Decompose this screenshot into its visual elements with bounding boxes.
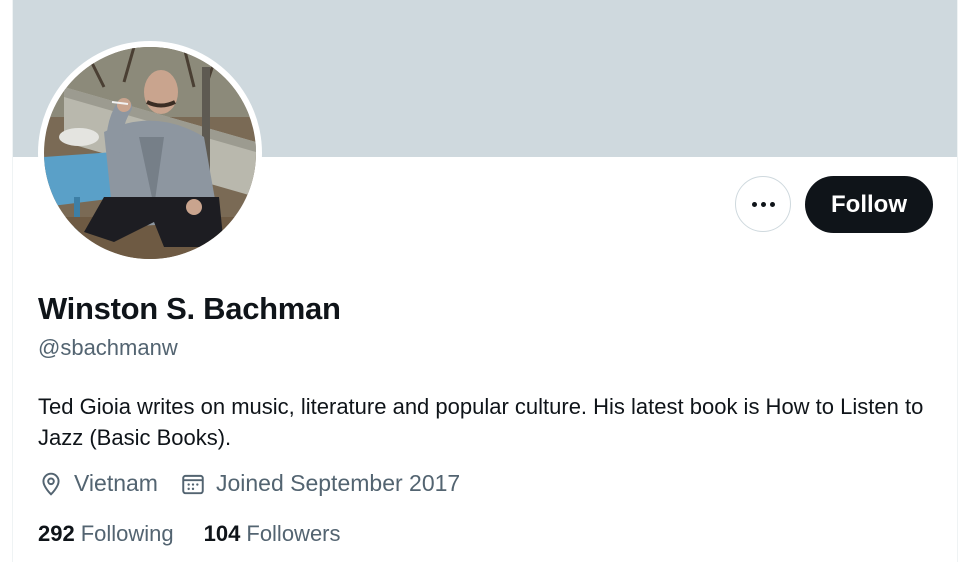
followers-label: Followers bbox=[246, 521, 341, 546]
location-text: Vietnam bbox=[74, 470, 158, 496]
following-label: Following bbox=[80, 521, 174, 546]
profile-avatar[interactable] bbox=[38, 41, 262, 265]
avatar-photo bbox=[44, 47, 256, 259]
calendar-icon bbox=[182, 474, 204, 494]
followers-link[interactable]: 104 Followers bbox=[204, 521, 341, 547]
more-options-button[interactable] bbox=[735, 176, 791, 232]
profile-bio: Ted Gioia writes on music, literature an… bbox=[38, 394, 924, 450]
right-divider bbox=[957, 0, 958, 562]
following-count: 292 bbox=[38, 521, 75, 546]
more-horizontal-icon bbox=[751, 201, 775, 207]
location-item: Vietnam bbox=[38, 470, 158, 497]
following-link[interactable]: 292 Following bbox=[38, 521, 174, 547]
follow-button[interactable]: Follow bbox=[805, 176, 933, 233]
profile-meta: Vietnam Joined September 2017 bbox=[38, 470, 460, 497]
joined-item: Joined September 2017 bbox=[180, 470, 460, 497]
joined-date-text: Joined September 2017 bbox=[215, 470, 461, 496]
display-name: Winston S. Bachman bbox=[38, 291, 341, 326]
follow-stats: 292 Following 104 Followers bbox=[38, 521, 341, 547]
location-pin-icon bbox=[42, 472, 60, 496]
followers-count: 104 bbox=[203, 521, 241, 546]
user-handle: @sbachmanw bbox=[38, 335, 178, 360]
profile-page: Follow Winston S. Bachman @sbachmanw Ted… bbox=[0, 0, 962, 562]
